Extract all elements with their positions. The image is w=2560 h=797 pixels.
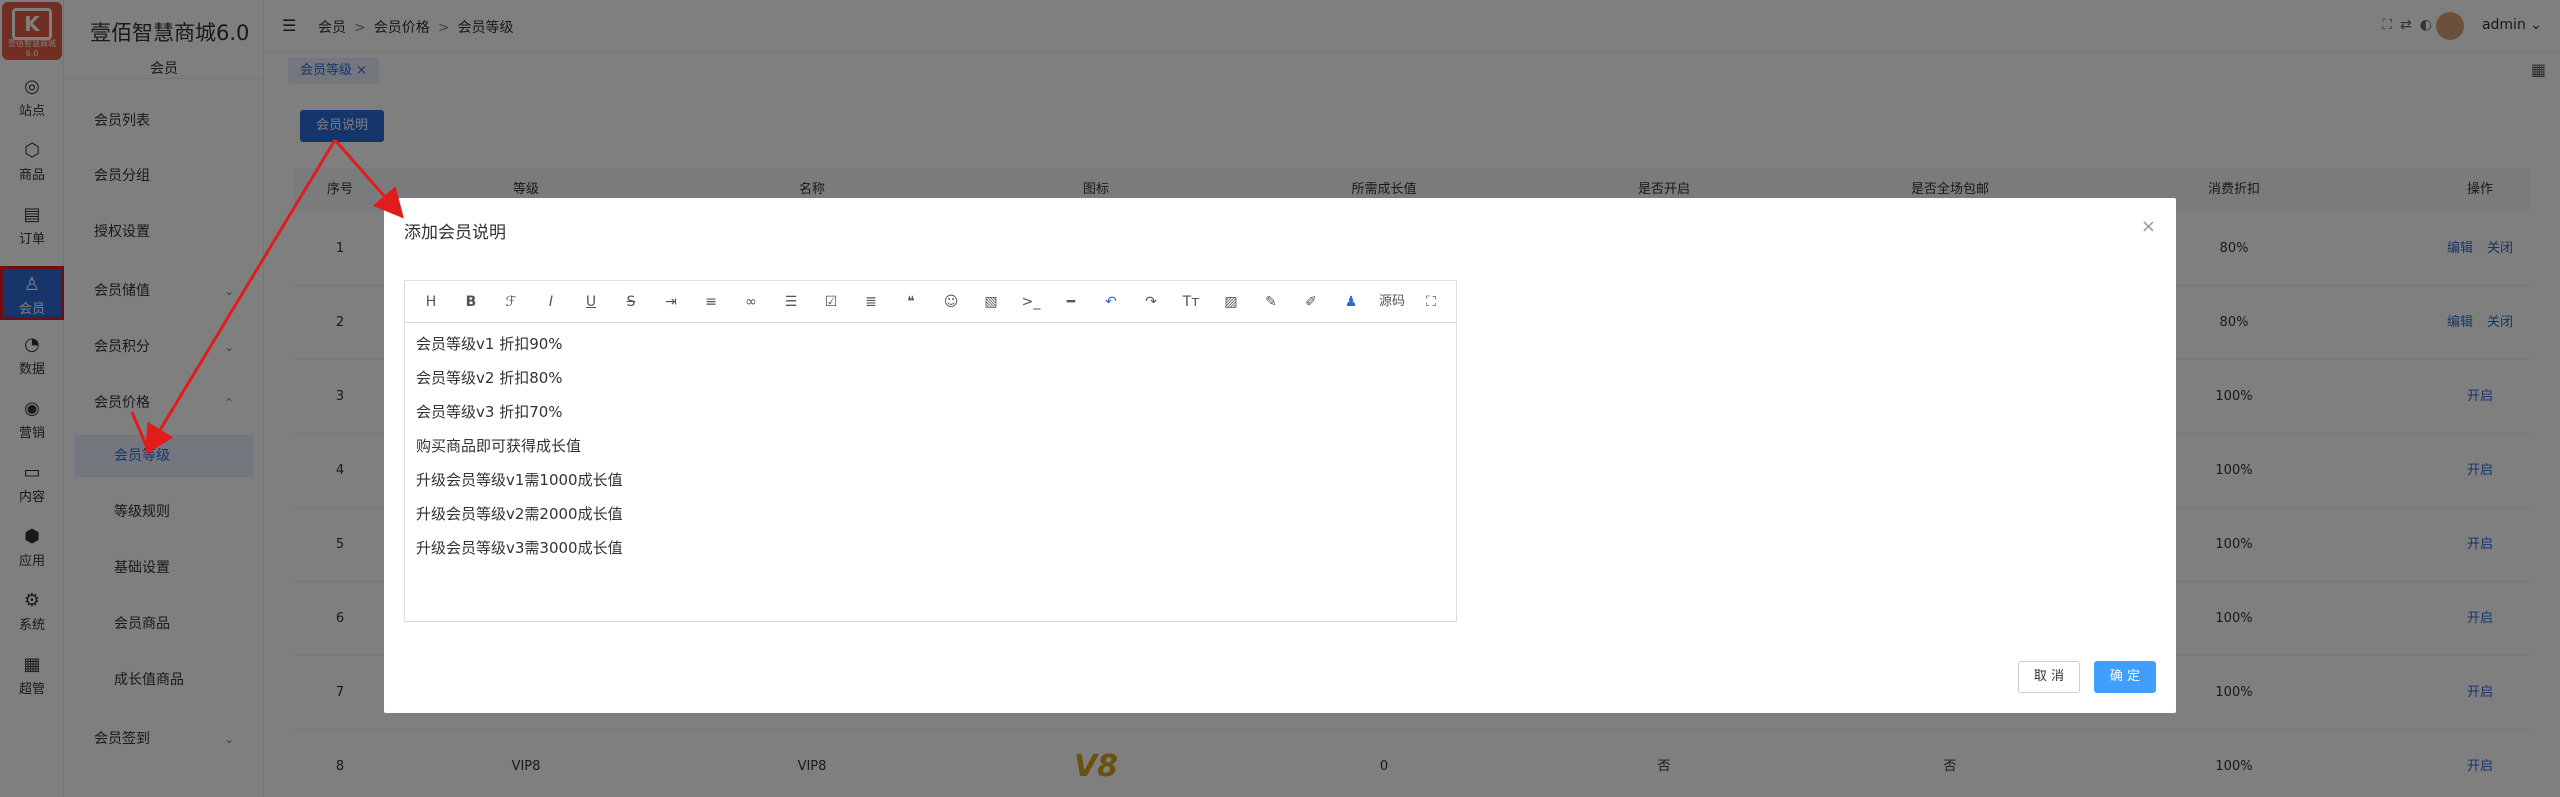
undo-icon[interactable]: ↶ <box>1099 291 1123 313</box>
editor-line: 购买商品即可获得成长值 <box>416 437 582 455</box>
divider-icon[interactable]: ━ <box>1059 291 1083 313</box>
pen-icon[interactable]: ✎ <box>1259 291 1283 313</box>
quote-icon[interactable]: ❝ <box>899 291 923 313</box>
code-icon[interactable]: >_ <box>1019 291 1043 313</box>
italic-icon[interactable]: I <box>539 291 563 313</box>
editor-line: 会员等级v1 折扣90% <box>416 335 563 353</box>
editor-line: 升级会员等级v3需3000成长值 <box>416 539 623 557</box>
picture-icon[interactable]: ▨ <box>1219 291 1243 313</box>
dialog-title: 添加会员说明 <box>404 223 506 243</box>
editor-line: 升级会员等级v2需2000成长值 <box>416 505 623 523</box>
bold-icon[interactable]: B <box>459 291 483 313</box>
cancel-button[interactable]: 取 消 <box>2018 661 2080 693</box>
font-icon[interactable]: ℱ <box>499 291 523 313</box>
confirm-button[interactable]: 确 定 <box>2094 661 2156 693</box>
source-code-button[interactable]: 源码 <box>1375 291 1409 313</box>
fullscreen-icon[interactable]: ⛶ <box>1419 291 1443 313</box>
emoji-icon[interactable]: ☺ <box>939 291 963 313</box>
format-icon[interactable]: ♟ <box>1339 291 1363 313</box>
indent-icon[interactable]: ⇥ <box>659 291 683 313</box>
editor-line: 升级会员等级v1需1000成长值 <box>416 471 623 489</box>
heading-icon[interactable]: H <box>419 291 443 313</box>
image-icon[interactable]: ▧ <box>979 291 1003 313</box>
editor-content[interactable]: 会员等级v1 折扣90% 会员等级v2 折扣80% 会员等级v3 折扣70% 购… <box>416 327 1446 621</box>
strikethrough-icon[interactable]: S <box>619 291 643 313</box>
text-size-icon[interactable]: Tт <box>1179 291 1203 313</box>
list-icon[interactable]: ☰ <box>779 291 803 313</box>
close-icon[interactable]: × <box>2141 216 2156 237</box>
underline-icon[interactable]: U <box>579 291 603 313</box>
editor-line: 会员等级v3 折扣70% <box>416 403 563 421</box>
rich-text-editor: H B ℱ I U S ⇥ ≡ ∞ ☰ ☑ ≣ ❝ ☺ ▧ >_ ━ ↶ ↷ T… <box>404 280 1457 622</box>
add-member-note-dialog: 添加会员说明 × H B ℱ I U S ⇥ ≡ ∞ ☰ ☑ ≣ ❝ ☺ ▧ >… <box>384 198 2176 713</box>
checkbox-icon[interactable]: ☑ <box>819 291 843 313</box>
brush-icon[interactable]: ✐ <box>1299 291 1323 313</box>
editor-line: 会员等级v2 折扣80% <box>416 369 563 387</box>
line-height-icon[interactable]: ≡ <box>699 291 723 313</box>
editor-toolbar: H B ℱ I U S ⇥ ≡ ∞ ☰ ☑ ≣ ❝ ☺ ▧ >_ ━ ↶ ↷ T… <box>405 281 1456 323</box>
link-icon[interactable]: ∞ <box>739 291 763 313</box>
align-icon[interactable]: ≣ <box>859 291 883 313</box>
redo-icon[interactable]: ↷ <box>1139 291 1163 313</box>
